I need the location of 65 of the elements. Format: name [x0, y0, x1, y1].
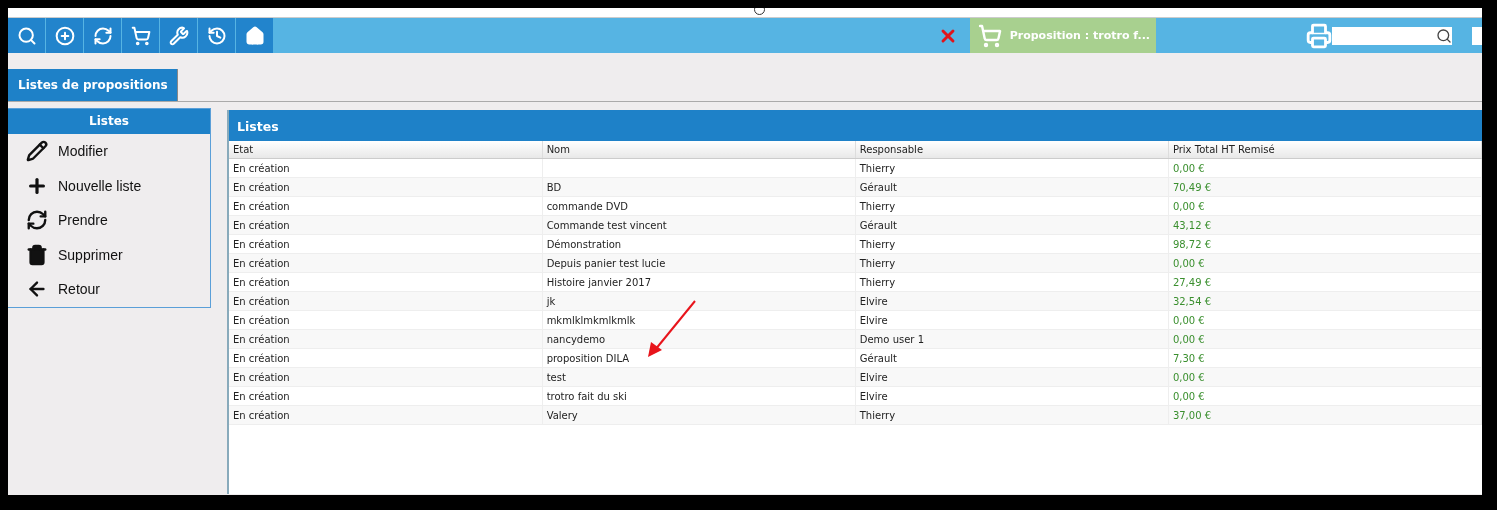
table-cell: En création — [229, 215, 543, 235]
table-cell: Thierry — [855, 234, 1169, 254]
table-cell: Valery — [542, 405, 856, 425]
table-cell: test — [542, 367, 856, 387]
table-cell: 0,00 € — [1168, 158, 1482, 178]
table-cell: En création — [229, 291, 543, 311]
table-cell: 37,00 € — [1168, 405, 1482, 425]
panel-title: Listes — [229, 110, 1482, 141]
table-cell: 98,72 € — [1168, 234, 1482, 254]
table-cell: Elvire — [855, 310, 1169, 330]
table-cell: En création — [229, 386, 543, 406]
table-cell: Elvire — [855, 386, 1169, 406]
table-cell: mkmlklmkmlkmlk — [542, 310, 856, 330]
column-header[interactable]: Nom — [542, 141, 856, 159]
table-cell: Thierry — [855, 196, 1169, 216]
table-cell: BD — [542, 177, 856, 197]
sidebar-item[interactable]: Retour — [8, 272, 210, 307]
sidebar-title: Listes — [8, 109, 210, 134]
table-cell: trotro fait du ski — [542, 386, 856, 406]
table-cell: Histoire janvier 2017 — [542, 272, 856, 292]
table-cell: 0,00 € — [1168, 253, 1482, 273]
table-cell: jk — [542, 291, 856, 311]
table-cell: commande DVD — [542, 196, 856, 216]
table-cell: 43,12 € — [1168, 215, 1482, 235]
table-cell: Demo user 1 — [855, 329, 1169, 349]
sidebar-item[interactable]: Prendre — [8, 203, 210, 238]
table-cell: 0,00 € — [1168, 329, 1482, 349]
table-cell: En création — [229, 253, 543, 273]
sidebar-item[interactable]: Modifier — [8, 134, 210, 169]
sidebar-item[interactable]: Supprimer — [8, 237, 210, 272]
table-cell: 0,00 € — [1168, 367, 1482, 387]
table-cell: 7,30 € — [1168, 348, 1482, 368]
table-cell: 0,00 € — [1168, 196, 1482, 216]
table-cell: Thierry — [855, 253, 1169, 273]
table-cell: Elvire — [855, 367, 1169, 387]
table-cell: Gérault — [855, 177, 1169, 197]
table-cell: En création — [229, 272, 543, 292]
table-cell: En création — [229, 367, 543, 387]
table-cell: 0,00 € — [1168, 386, 1482, 406]
table-cell: Gérault — [855, 215, 1169, 235]
tab[interactable]: Listes de propositions — [8, 69, 178, 101]
table-cell: Elvire — [855, 291, 1169, 311]
table-cell: En création — [229, 310, 543, 330]
table-cell: 32,54 € — [1168, 291, 1482, 311]
table-cell: En création — [229, 196, 543, 216]
table-cell: Démonstration — [542, 234, 856, 254]
table-cell: En création — [229, 234, 543, 254]
table-cell: En création — [229, 177, 543, 197]
table-cell: Thierry — [855, 158, 1169, 178]
table-cell: 70,49 € — [1168, 177, 1482, 197]
table-cell: En création — [229, 405, 543, 425]
table-cell: 0,00 € — [1168, 310, 1482, 330]
table-cell: Commande test vincent — [542, 215, 856, 235]
table-cell: En création — [229, 348, 543, 368]
column-header[interactable]: Etat — [229, 141, 543, 159]
table-cell: Thierry — [855, 272, 1169, 292]
table-cell: En création — [229, 329, 543, 349]
table-cell: Depuis panier test lucie — [542, 253, 856, 273]
table-cell: Thierry — [855, 405, 1169, 425]
table-cell: Gérault — [855, 348, 1169, 368]
column-header[interactable]: Responsable — [855, 141, 1169, 159]
table-cell: 27,49 € — [1168, 272, 1482, 292]
table-cell: En création — [229, 158, 543, 178]
column-header[interactable]: Prix Total HT Remisé — [1168, 141, 1482, 159]
sidebar-item[interactable]: Nouvelle liste — [8, 168, 210, 203]
